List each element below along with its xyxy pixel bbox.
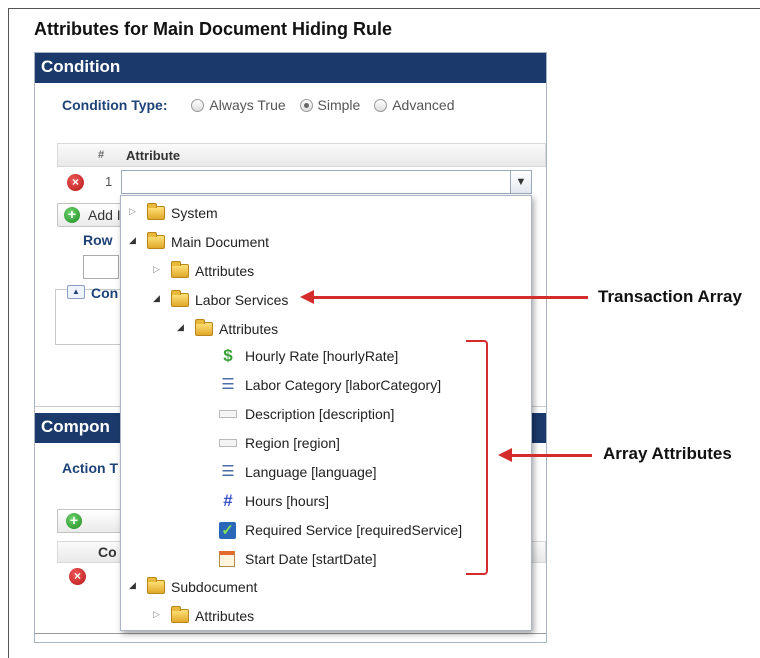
- condition-type-label: Condition Type:: [62, 97, 168, 113]
- collapse-arrow-icon[interactable]: ◢: [129, 235, 136, 246]
- plus-icon: +: [64, 207, 80, 223]
- transaction-arrow-line: [312, 296, 588, 299]
- attribute-input[interactable]: [121, 170, 515, 194]
- transaction-array-callout: Transaction Array: [598, 287, 742, 306]
- expand-arrow-icon[interactable]: ▷: [153, 609, 160, 620]
- radio-always-true[interactable]: [191, 99, 205, 112]
- collapse-icon[interactable]: ▲: [67, 285, 85, 299]
- collapse-arrow-icon[interactable]: ◢: [153, 293, 160, 304]
- array-arrow-line: [510, 454, 592, 457]
- page-title: Attributes for Main Document Hiding Rule: [34, 19, 392, 39]
- condition-group-label: Con: [91, 285, 119, 301]
- radio-advanced[interactable]: [374, 99, 388, 112]
- text-field-icon: [219, 410, 237, 418]
- add-row-button[interactable]: + Add I: [57, 203, 127, 227]
- array-attributes-callout: Array Attributes: [603, 444, 732, 463]
- option-simple[interactable]: Simple: [299, 97, 360, 113]
- chevron-down-icon[interactable]: ▼: [510, 170, 532, 194]
- folder-icon: [147, 203, 165, 220]
- delete-component-icon[interactable]: ×: [69, 568, 86, 585]
- folder-icon: [195, 319, 213, 336]
- hash-icon: #: [223, 491, 233, 510]
- list-icon: ☰: [221, 376, 235, 393]
- folder-icon: [147, 577, 165, 594]
- row-label: Row: [83, 232, 113, 248]
- radio-simple[interactable]: [299, 99, 313, 112]
- delete-row-icon[interactable]: ×: [67, 174, 84, 191]
- row-field[interactable]: [83, 255, 119, 279]
- expand-arrow-icon[interactable]: ▷: [153, 264, 160, 275]
- folder-icon: [171, 290, 189, 307]
- condition-header: Condition: [35, 53, 546, 83]
- calendar-icon: [219, 551, 235, 567]
- array-attributes-bracket: [466, 340, 488, 575]
- dollar-icon: $: [223, 346, 233, 365]
- folder-icon: [171, 606, 189, 623]
- checkbox-icon: ✓: [219, 522, 236, 539]
- column-attribute-header: Attribute: [126, 148, 181, 163]
- condition-grid-header: # Attribute: [57, 143, 546, 167]
- collapse-arrow-icon[interactable]: ◢: [177, 322, 184, 333]
- folder-icon: [147, 232, 165, 249]
- condition-type-row: Condition Type: Always True Simple Advan…: [62, 97, 465, 113]
- list-icon: ☰: [221, 463, 235, 480]
- collapse-arrow-icon[interactable]: ◢: [129, 580, 136, 591]
- column-number-header: #: [98, 149, 105, 161]
- folder-icon: [171, 261, 189, 278]
- expand-arrow-icon[interactable]: ▷: [129, 206, 136, 217]
- plus-icon: +: [66, 513, 82, 529]
- option-advanced[interactable]: Advanced: [374, 97, 455, 113]
- action-type-label: Action T: [62, 460, 118, 476]
- row-number: 1: [105, 174, 113, 189]
- option-always-true[interactable]: Always True: [191, 97, 286, 113]
- text-field-icon: [219, 439, 237, 447]
- panel-bottom-line: [35, 633, 546, 634]
